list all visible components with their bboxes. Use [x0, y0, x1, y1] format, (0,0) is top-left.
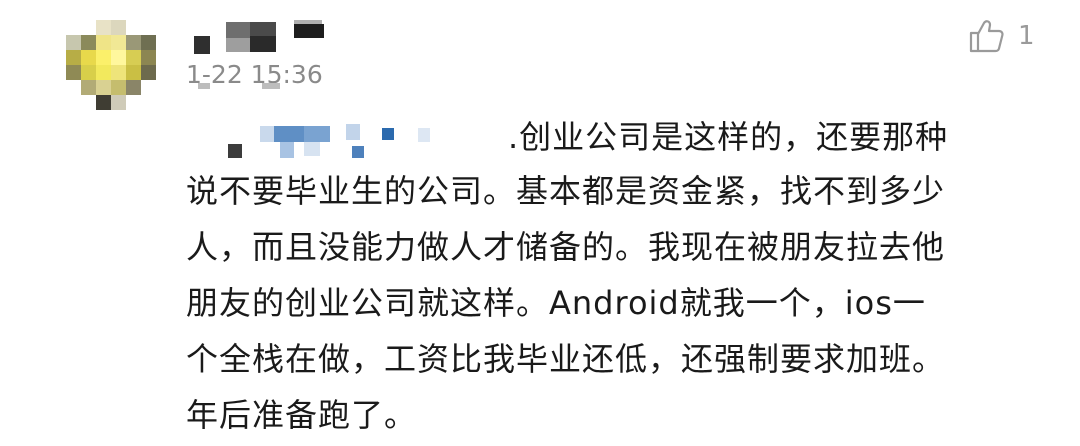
- like-button[interactable]: 1: [968, 16, 1035, 56]
- username-pixelated[interactable]: [186, 16, 336, 56]
- comment-text-line: .创业公司是这样的，还要那种: [508, 118, 949, 156]
- timestamp-pixel-noise: [262, 83, 280, 89]
- comment-text-line: 说不要毕业生的公司。基本都是资金紧，找不到多少: [186, 172, 946, 210]
- comment-item: 1-22 15:36 1 .创业公司是这样的，还要那种 说不要毕业生的公司。基本…: [0, 0, 1080, 446]
- comment-text-line: 朋友的创业公司就这样。Android就我一个，ios一: [186, 284, 926, 322]
- mention-pixelated[interactable]: [220, 124, 440, 162]
- avatar[interactable]: [66, 20, 156, 110]
- comment-text-line: 年后准备跑了。: [186, 396, 418, 434]
- comment-text-line: 个全栈在做，工资比我毕业还低，还强制要求加班。: [186, 340, 946, 378]
- timestamp-pixel-noise: [198, 83, 210, 89]
- thumbs-up-icon: [969, 20, 1004, 53]
- comment-text-line: 人，而且没能力做人才储备的。我现在被朋友拉去他: [186, 228, 946, 266]
- like-count: 1: [1018, 21, 1035, 51]
